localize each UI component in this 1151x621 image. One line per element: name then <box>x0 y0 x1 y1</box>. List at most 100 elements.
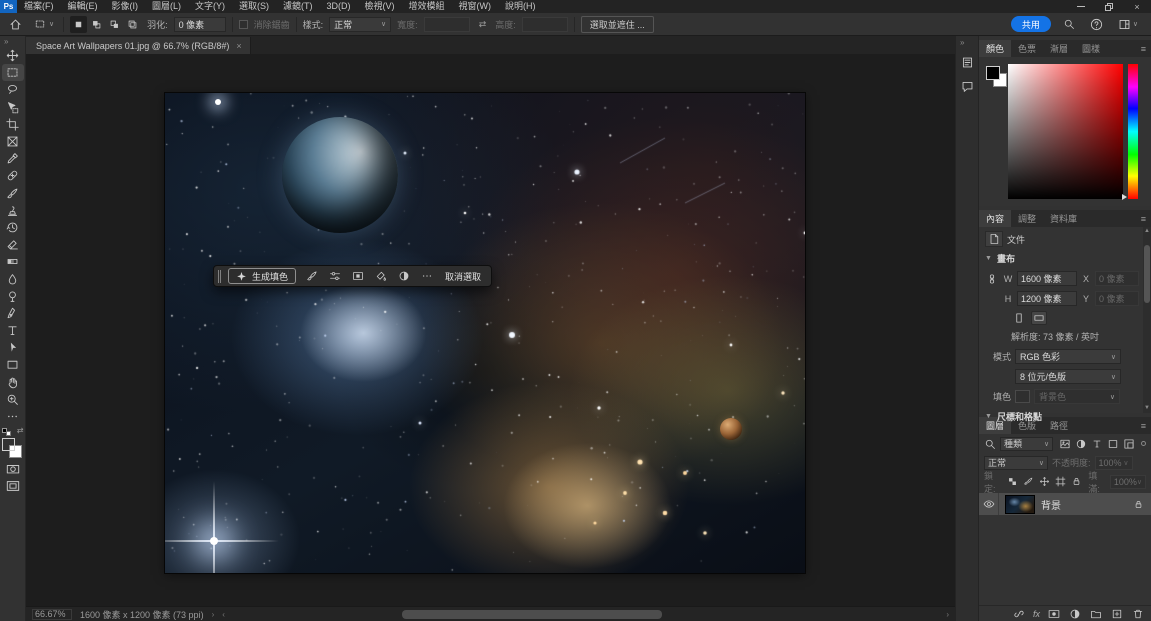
layer-style-fx-icon[interactable]: fx <box>1033 609 1040 619</box>
brush-icon[interactable] <box>303 268 320 284</box>
help-icon[interactable] <box>1087 16 1106 33</box>
rectangle-tool-icon[interactable] <box>2 356 24 373</box>
layer-row-background[interactable]: 背景 <box>979 493 1151 515</box>
link-layers-icon[interactable] <box>1012 607 1027 621</box>
pen-tool-icon[interactable] <box>2 305 24 322</box>
color-mode-select[interactable]: RGB 色彩∨ <box>1015 349 1121 364</box>
more-options-icon[interactable] <box>418 268 435 284</box>
path-selection-tool-icon[interactable] <box>2 339 24 356</box>
status-collapse-icon[interactable]: ‹ <box>222 610 225 619</box>
subtract-selection-icon[interactable] <box>106 16 123 33</box>
bit-depth-select[interactable]: 8 位元/色版∨ <box>1015 369 1121 384</box>
add-layer-mask-icon[interactable] <box>1046 607 1061 621</box>
intersect-selection-icon[interactable] <box>124 16 141 33</box>
fill-opacity-field[interactable]: 100%∨ <box>1110 475 1146 489</box>
rulers-section-header[interactable]: ▼尺標和格點 <box>985 410 1145 423</box>
foreground-color-swatch[interactable] <box>2 438 15 451</box>
hue-slider-marker[interactable] <box>1122 194 1127 200</box>
dodge-tool-icon[interactable] <box>2 288 24 305</box>
antialias-checkbox[interactable] <box>239 20 248 29</box>
tab-close-icon[interactable]: × <box>236 41 241 51</box>
height-value-field[interactable]: 1200 像素 <box>1017 291 1077 306</box>
delete-layer-icon[interactable] <box>1130 607 1145 621</box>
landscape-orientation-icon[interactable] <box>1031 311 1047 325</box>
saturation-brightness-box[interactable] <box>1008 64 1123 199</box>
layer-thumbnail[interactable] <box>1005 495 1035 514</box>
horizontal-scrollbar[interactable] <box>402 610 662 619</box>
comments-icon[interactable] <box>958 77 976 95</box>
gradient-tool-icon[interactable] <box>2 253 24 270</box>
share-button[interactable]: 共用 <box>1011 16 1051 32</box>
scroll-right-icon[interactable]: › <box>946 610 949 619</box>
properties-scrollbar[interactable]: ▲▼ <box>1143 227 1151 413</box>
menu-item-8[interactable]: 檢視(V) <box>358 0 402 13</box>
home-icon[interactable] <box>6 16 25 33</box>
menu-item-0[interactable]: 檔案(F) <box>17 0 61 13</box>
type-tool-icon[interactable] <box>2 322 24 339</box>
menu-item-7[interactable]: 3D(D) <box>320 0 358 13</box>
new-adjustment-layer-icon[interactable] <box>1067 607 1082 621</box>
menu-item-10[interactable]: 視窗(W) <box>452 0 499 13</box>
zoom-tool-icon[interactable] <box>2 391 24 408</box>
crop-tool-icon[interactable] <box>2 116 24 133</box>
clone-stamp-tool-icon[interactable] <box>2 202 24 219</box>
blend-mode-select[interactable]: 正常∨ <box>984 456 1048 470</box>
layer-filter-kind-select[interactable]: 種類∨ <box>1000 437 1053 451</box>
menu-item-1[interactable]: 編輯(E) <box>61 0 105 13</box>
fill-icon[interactable] <box>372 268 389 284</box>
portrait-orientation-icon[interactable] <box>1011 311 1027 325</box>
lasso-tool-icon[interactable] <box>2 81 24 98</box>
lock-transparency-icon[interactable] <box>1005 475 1020 489</box>
brush-tool-icon[interactable] <box>2 185 24 202</box>
add-mask-icon[interactable] <box>349 268 366 284</box>
canvas-fill-select[interactable]: 背景色∨ <box>1034 389 1120 404</box>
deselect-button[interactable]: 取消選取 <box>442 270 484 283</box>
canvas-section-header[interactable]: ▼畫布 <box>985 252 1145 265</box>
height-input[interactable] <box>522 17 568 32</box>
adjustment-filter-icon[interactable] <box>1073 437 1088 451</box>
canvas-area[interactable]: 生成填色 取消選取 <box>26 54 955 606</box>
frame-tool-icon[interactable] <box>2 133 24 150</box>
move-tool-icon[interactable] <box>2 47 24 64</box>
properties-tab-0[interactable]: 內容 <box>979 210 1011 227</box>
properties-tab-2[interactable]: 資料庫 <box>1043 210 1084 227</box>
properties-panel-menu-icon[interactable]: ≡ <box>1141 210 1151 227</box>
style-select[interactable]: 正常∨ <box>329 17 391 32</box>
taskbar-drag-handle[interactable] <box>218 270 221 283</box>
zoom-level-field[interactable]: 66.67% <box>32 609 72 620</box>
spot-healing-brush-tool-icon[interactable] <box>2 167 24 184</box>
menu-item-11[interactable]: 說明(H) <box>498 0 543 13</box>
width-value-field[interactable]: 1600 像素 <box>1017 271 1077 286</box>
color-tab-1[interactable]: 色票 <box>1011 40 1043 57</box>
color-panel-menu-icon[interactable]: ≡ <box>1141 40 1151 57</box>
screen-mode-icon[interactable] <box>2 477 24 494</box>
document-tab[interactable]: Space Art Wallpapers 01.jpg @ 66.7% (RGB… <box>26 37 251 54</box>
history-brush-tool-icon[interactable] <box>2 219 24 236</box>
link-dimensions-icon[interactable] <box>985 273 999 285</box>
tool-preset-icon[interactable]: ∨ <box>31 16 57 33</box>
smart-object-filter-icon[interactable] <box>1121 437 1136 451</box>
image-canvas[interactable] <box>165 93 805 573</box>
add-selection-icon[interactable] <box>88 16 105 33</box>
eyedropper-tool-icon[interactable] <box>2 150 24 167</box>
edit-toolbar-icon[interactable] <box>2 408 24 425</box>
menu-item-2[interactable]: 影像(I) <box>105 0 146 13</box>
type-filter-icon[interactable] <box>1089 437 1104 451</box>
lock-all-icon[interactable] <box>1069 475 1084 489</box>
filter-toggle-icon[interactable] <box>1141 441 1146 446</box>
generative-fill-button[interactable]: 生成填色 <box>228 268 296 284</box>
rectangular-marquee-tool-icon[interactable] <box>2 64 24 81</box>
width-input[interactable] <box>424 17 470 32</box>
object-selection-tool-icon[interactable] <box>2 99 24 116</box>
eraser-tool-icon[interactable] <box>2 236 24 253</box>
dock-expand-icon[interactable]: » <box>956 38 964 47</box>
menu-item-3[interactable]: 圖層(L) <box>145 0 188 13</box>
invert-icon[interactable] <box>395 268 412 284</box>
version-history-icon[interactable] <box>958 53 976 71</box>
new-layer-icon[interactable] <box>1109 607 1124 621</box>
opacity-field[interactable]: 100%∨ <box>1095 456 1133 470</box>
color-tab-3[interactable]: 圖樣 <box>1075 40 1107 57</box>
default-colors-icon[interactable] <box>2 428 11 436</box>
photoshop-logo[interactable]: Ps <box>0 0 17 13</box>
new-group-icon[interactable] <box>1088 607 1103 621</box>
